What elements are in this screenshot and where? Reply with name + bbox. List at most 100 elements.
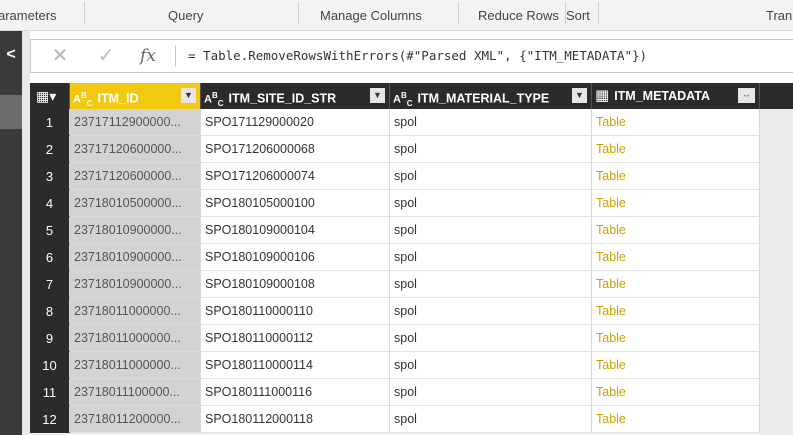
cell-itm-metadata[interactable]: Table (592, 163, 760, 190)
cell-itm-site-id-str[interactable]: SPO180109000108 (201, 271, 390, 298)
cell-itm-site-id-str[interactable]: SPO180111000116 (201, 379, 390, 406)
row-number[interactable]: 6 (30, 244, 70, 271)
expand-queries-chevron-icon[interactable]: < (0, 45, 22, 65)
ribbon-separator (598, 2, 599, 24)
row-number[interactable]: 3 (30, 163, 70, 190)
ribbon-group-parameters[interactable]: arameters (0, 0, 57, 30)
table-row: 5 23718010900000... SPO180109000104 spol Tab… (30, 217, 793, 244)
table-row: 7 23718010900000... SPO180109000108 spol Tab… (30, 271, 793, 298)
table-menu-icon[interactable]: ▦▾ (30, 83, 70, 109)
cell-itm-site-id-str[interactable]: SPO180105000100 (201, 190, 390, 217)
queries-pane: < (0, 31, 22, 435)
cell-itm-site-id-str[interactable]: SPO180109000106 (201, 244, 390, 271)
text-type-icon[interactable]: ABC (393, 83, 413, 109)
cell-itm-metadata[interactable]: Table (592, 298, 760, 325)
text-type-icon[interactable]: ABC (73, 83, 93, 109)
cell-itm-material-type[interactable]: spol (390, 271, 592, 298)
cell-itm-site-id-str[interactable]: SPO180110000110 (201, 298, 390, 325)
row-number[interactable]: 8 (30, 298, 70, 325)
row-number[interactable]: 11 (30, 379, 70, 406)
row-number[interactable]: 1 (30, 109, 70, 136)
fx-icon[interactable]: fx (131, 44, 165, 68)
cell-itm-material-type[interactable]: spol (390, 190, 592, 217)
cell-itm-material-type[interactable]: spol (390, 325, 592, 352)
cell-itm-material-type[interactable]: spol (390, 109, 592, 136)
column-header-itm-site-id-str[interactable]: ABC ITM_SITE_ID_STR ▼ (201, 83, 390, 109)
cell-itm-material-type[interactable]: spol (390, 379, 592, 406)
cell-itm-site-id-str[interactable]: SPO180110000114 (201, 352, 390, 379)
row-number[interactable]: 9 (30, 325, 70, 352)
cell-itm-metadata[interactable]: Table (592, 406, 760, 433)
cell-itm-site-id-str[interactable]: SPO180112000118 (201, 406, 390, 433)
column-name: ITM_METADATA (614, 89, 711, 103)
row-number[interactable]: 7 (30, 271, 70, 298)
cell-itm-id[interactable]: 23717120600000... (70, 136, 201, 163)
table-row: 3 23717120600000... SPO171206000074 spol Tab… (30, 163, 793, 190)
cell-itm-metadata[interactable]: Table (592, 244, 760, 271)
cell-itm-id[interactable]: 23718010900000... (70, 217, 201, 244)
table-type-icon[interactable]: ▦ (595, 83, 609, 109)
table-row: 11 23718011100000... SPO180111000116 spol Ta… (30, 379, 793, 406)
cell-itm-site-id-str[interactable]: SPO171206000068 (201, 136, 390, 163)
row-number[interactable]: 2 (30, 136, 70, 163)
filter-dropdown-icon[interactable]: ▼ (181, 88, 196, 103)
column-header-itm-material-type[interactable]: ABC ITM_MATERIAL_TYPE ▼ (390, 83, 592, 109)
column-name: ITM_SITE_ID_STR (228, 91, 337, 106)
filter-dropdown-icon[interactable]: ▼ (370, 88, 385, 103)
cell-itm-site-id-str[interactable]: SPO171206000074 (201, 163, 390, 190)
row-number[interactable]: 10 (30, 352, 70, 379)
table-row: 10 23718011000000... SPO180110000114 spol Ta… (30, 352, 793, 379)
cell-itm-material-type[interactable]: spol (390, 136, 592, 163)
cell-itm-site-id-str[interactable]: SPO171129000020 (201, 109, 390, 136)
cell-itm-id[interactable]: 23718011100000... (70, 379, 201, 406)
column-name: ITM_ID (97, 91, 139, 106)
cell-itm-material-type[interactable]: spol (390, 163, 592, 190)
ribbon-group-query[interactable]: Query (168, 0, 203, 30)
data-grid: ▦▾ ABC ITM_ID ▼ ABC ITM_SITE_ID_STR ▼ ABC I… (30, 83, 793, 435)
cell-itm-metadata[interactable]: Table (592, 136, 760, 163)
cell-itm-id[interactable]: 23718011200000... (70, 406, 201, 433)
cancel-formula-icon[interactable]: ✕ (45, 44, 75, 68)
cell-itm-material-type[interactable]: spol (390, 298, 592, 325)
cell-itm-site-id-str[interactable]: SPO180110000112 (201, 325, 390, 352)
cell-itm-material-type[interactable]: spol (390, 244, 592, 271)
expand-column-icon[interactable]: ⇔ (738, 88, 755, 103)
cell-itm-material-type[interactable]: spol (390, 406, 592, 433)
cell-itm-id[interactable]: 23717112900000... (70, 109, 201, 136)
cell-itm-metadata[interactable]: Table (592, 217, 760, 244)
cell-itm-site-id-str[interactable]: SPO180109000104 (201, 217, 390, 244)
ribbon: arameters Query Manage Columns Reduce Ro… (0, 0, 793, 31)
cell-itm-id[interactable]: 23718010900000... (70, 244, 201, 271)
queries-pane-selected-strip[interactable] (0, 95, 22, 129)
row-number[interactable]: 4 (30, 190, 70, 217)
column-header-itm-metadata[interactable]: ▦ ITM_METADATA ⇔ (592, 83, 760, 109)
cell-itm-material-type[interactable]: spol (390, 352, 592, 379)
cell-itm-id[interactable]: 23718010500000... (70, 190, 201, 217)
ribbon-group-reduce-rows[interactable]: Reduce Rows (478, 0, 559, 30)
filter-dropdown-icon[interactable]: ▼ (572, 88, 587, 103)
ribbon-group-manage-columns[interactable]: Manage Columns (320, 0, 422, 30)
cell-itm-metadata[interactable]: Table (592, 190, 760, 217)
cell-itm-metadata[interactable]: Table (592, 109, 760, 136)
cell-itm-material-type[interactable]: spol (390, 217, 592, 244)
cell-itm-id[interactable]: 23718011000000... (70, 325, 201, 352)
text-type-icon[interactable]: ABC (204, 83, 224, 109)
ribbon-group-transform[interactable]: Tran (766, 0, 792, 30)
cell-itm-metadata[interactable]: Table (592, 271, 760, 298)
row-number[interactable]: 12 (30, 406, 70, 433)
cell-itm-metadata[interactable]: Table (592, 325, 760, 352)
commit-formula-icon[interactable]: ✓ (91, 44, 121, 68)
ribbon-group-sort[interactable]: Sort (566, 0, 590, 30)
column-header-itm-id[interactable]: ABC ITM_ID ▼ (70, 83, 201, 109)
row-number[interactable]: 5 (30, 217, 70, 244)
cell-itm-id[interactable]: 23718010900000... (70, 271, 201, 298)
table-row: 8 23718011000000... SPO180110000110 spol Tab… (30, 298, 793, 325)
cell-itm-id[interactable]: 23717120600000... (70, 163, 201, 190)
cell-itm-id[interactable]: 23718011000000... (70, 352, 201, 379)
cell-itm-metadata[interactable]: Table (592, 379, 760, 406)
ribbon-separator (84, 2, 85, 24)
formula-input[interactable]: = Table.RemoveRowsWithErrors(#"Parsed XM… (188, 40, 647, 72)
formula-bar: ✕ ✓ fx = Table.RemoveRowsWithErrors(#"Pa… (30, 39, 793, 73)
cell-itm-id[interactable]: 23718011000000... (70, 298, 201, 325)
cell-itm-metadata[interactable]: Table (592, 352, 760, 379)
